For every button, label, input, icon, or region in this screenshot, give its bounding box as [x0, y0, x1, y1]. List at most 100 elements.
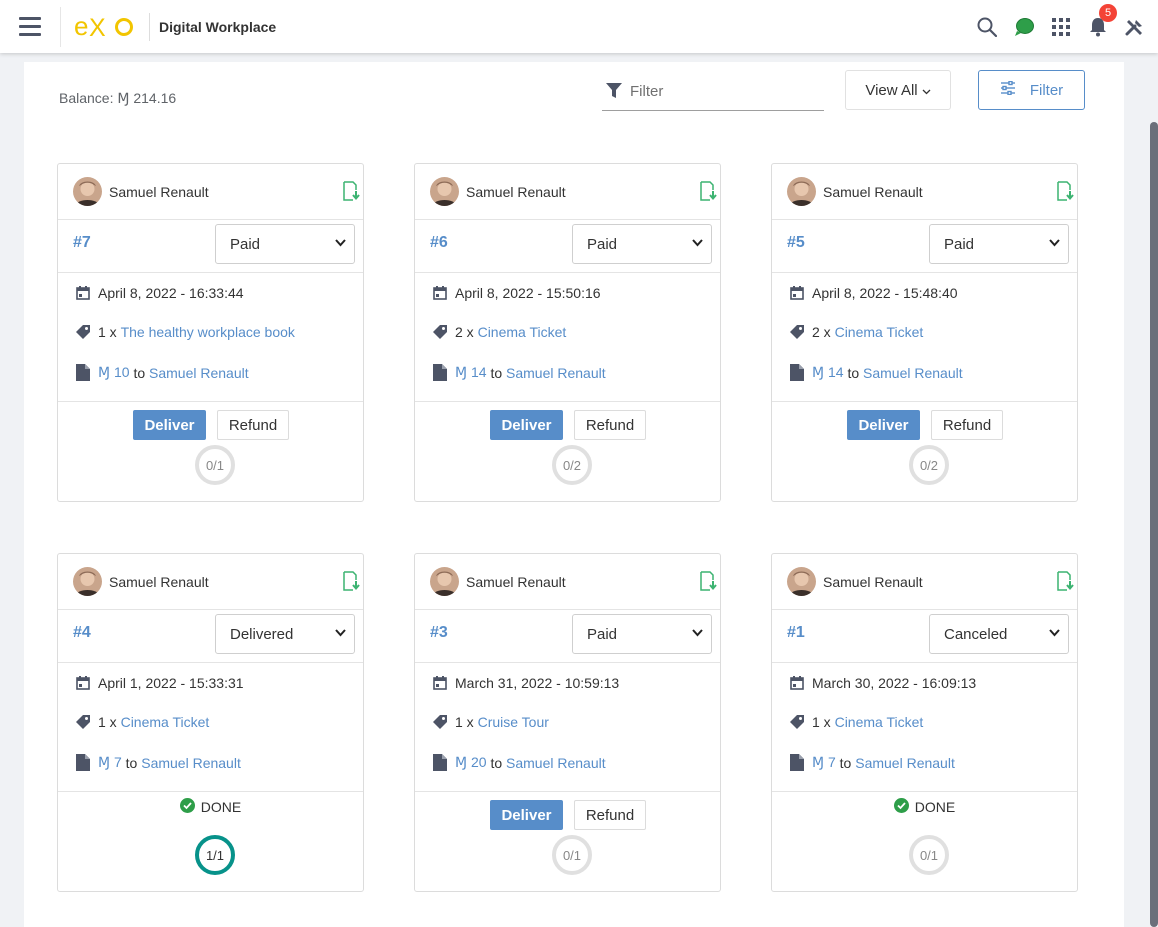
transaction-amount-link[interactable]: Ɱ 14 — [455, 364, 487, 381]
refund-button[interactable]: Refund — [217, 410, 289, 440]
order-date: April 1, 2022 - 15:33:31 — [98, 675, 244, 691]
avatar[interactable] — [430, 567, 459, 596]
user-name[interactable]: Samuel Renault — [466, 184, 566, 200]
calendar-icon — [789, 676, 805, 690]
recipient-link[interactable]: Samuel Renault — [863, 365, 963, 381]
transaction-amount-link[interactable]: Ɱ 14 — [812, 364, 844, 381]
user-name[interactable]: Samuel Renault — [823, 184, 923, 200]
tag-icon — [75, 714, 91, 730]
done-label: DONE — [914, 799, 956, 815]
view-all-dropdown[interactable]: View All — [845, 70, 951, 110]
refund-button[interactable]: Refund — [574, 410, 646, 440]
order-card: Samuel Renault #5 Paid April 8, 2022 - 1… — [771, 163, 1078, 502]
product-link[interactable]: Cinema Ticket — [478, 324, 567, 340]
avatar[interactable] — [787, 177, 816, 206]
order-id[interactable]: #1 — [787, 624, 805, 642]
transaction-amount-link[interactable]: Ɱ 7 — [98, 754, 122, 771]
product-link[interactable]: Cinema Ticket — [121, 714, 210, 730]
refund-button[interactable]: Refund — [931, 410, 1003, 440]
refund-button[interactable]: Refund — [574, 800, 646, 830]
chevron-down-icon — [1049, 239, 1060, 247]
status-select[interactable]: Paid — [215, 224, 355, 264]
status-select[interactable]: Canceled — [929, 614, 1069, 654]
product-quantity: 1 x — [98, 324, 117, 340]
view-all-label: View All — [865, 81, 918, 99]
filter-input[interactable] — [630, 82, 800, 100]
delivery-progress: 1/1 — [195, 835, 235, 875]
download-receipt-icon[interactable] — [1055, 181, 1075, 201]
deliver-button[interactable]: Deliver — [847, 410, 920, 440]
recipient-link[interactable]: Samuel Renault — [506, 365, 606, 381]
check-circle-icon — [893, 798, 909, 816]
product-link[interactable]: Cinema Ticket — [835, 714, 924, 730]
to-label: to — [847, 364, 860, 381]
download-receipt-icon[interactable] — [341, 571, 361, 591]
delivery-progress: 0/1 — [195, 445, 235, 485]
transaction-amount-link[interactable]: Ɱ 7 — [812, 754, 836, 771]
order-id[interactable]: #7 — [73, 234, 91, 252]
product-link[interactable]: Cinema Ticket — [835, 324, 924, 340]
document-icon — [75, 364, 91, 381]
document-icon — [75, 754, 91, 771]
recipient-link[interactable]: Samuel Renault — [141, 755, 241, 771]
order-card: Samuel Renault #3 Paid March 31, 2022 - … — [414, 553, 721, 892]
filter-button[interactable]: Filter — [978, 70, 1085, 110]
product-quantity: 1 x — [98, 714, 117, 730]
notifications-bell-icon[interactable]: 5 — [1087, 3, 1117, 38]
tag-icon — [75, 324, 91, 340]
delivery-progress: 0/1 — [909, 835, 949, 875]
status-select[interactable]: Paid — [572, 224, 712, 264]
status-value: Canceled — [944, 625, 1008, 643]
avatar[interactable] — [787, 567, 816, 596]
recipient-link[interactable]: Samuel Renault — [506, 755, 606, 771]
chat-icon[interactable] — [1013, 16, 1035, 38]
funnel-icon — [606, 83, 622, 99]
status-select[interactable]: Paid — [572, 614, 712, 654]
recipient-link[interactable]: Samuel Renault — [855, 755, 955, 771]
avatar[interactable] — [73, 177, 102, 206]
hamburger-menu-icon[interactable] — [0, 0, 60, 53]
user-name[interactable]: Samuel Renault — [109, 574, 209, 590]
avatar[interactable] — [430, 177, 459, 206]
download-receipt-icon[interactable] — [698, 571, 718, 591]
tools-icon[interactable] — [1124, 16, 1146, 38]
document-icon — [432, 364, 448, 381]
order-id[interactable]: #3 — [430, 624, 448, 642]
exo-logo[interactable]: e X — [61, 0, 149, 53]
chevron-down-icon — [335, 239, 346, 247]
download-receipt-icon[interactable] — [698, 181, 718, 201]
order-id[interactable]: #4 — [73, 624, 91, 642]
apps-grid-icon[interactable] — [1050, 16, 1072, 38]
avatar[interactable] — [73, 567, 102, 596]
order-card: Samuel Renault #4 Delivered April 1, 202… — [57, 553, 364, 892]
deliver-button[interactable]: Deliver — [133, 410, 206, 440]
download-receipt-icon[interactable] — [341, 181, 361, 201]
product-link[interactable]: Cruise Tour — [478, 714, 549, 730]
document-icon — [789, 754, 805, 771]
recipient-link[interactable]: Samuel Renault — [149, 365, 249, 381]
to-label: to — [490, 754, 503, 771]
tag-icon — [789, 324, 805, 340]
product-link[interactable]: The healthy workplace book — [121, 324, 295, 340]
filter-search-field[interactable] — [602, 72, 824, 111]
transaction-amount-link[interactable]: Ɱ 10 — [98, 364, 130, 381]
download-receipt-icon[interactable] — [1055, 571, 1075, 591]
deliver-button[interactable]: Deliver — [490, 410, 563, 440]
deliver-button[interactable]: Deliver — [490, 800, 563, 830]
order-date: April 8, 2022 - 15:50:16 — [455, 285, 601, 301]
document-icon — [789, 364, 805, 381]
order-id[interactable]: #6 — [430, 234, 448, 252]
status-select[interactable]: Paid — [929, 224, 1069, 264]
done-status: DONE — [58, 798, 363, 816]
user-name[interactable]: Samuel Renault — [109, 184, 209, 200]
status-select[interactable]: Delivered — [215, 614, 355, 654]
order-id[interactable]: #5 — [787, 234, 805, 252]
search-icon[interactable] — [976, 16, 998, 38]
scrollbar[interactable] — [1150, 122, 1158, 927]
user-name[interactable]: Samuel Renault — [823, 574, 923, 590]
user-name[interactable]: Samuel Renault — [466, 574, 566, 590]
delivery-progress: 0/2 — [909, 445, 949, 485]
transaction-amount-link[interactable]: Ɱ 20 — [455, 754, 487, 771]
order-date: March 30, 2022 - 16:09:13 — [812, 675, 977, 691]
order-card: Samuel Renault #1 Canceled March 30, 202… — [771, 553, 1078, 892]
